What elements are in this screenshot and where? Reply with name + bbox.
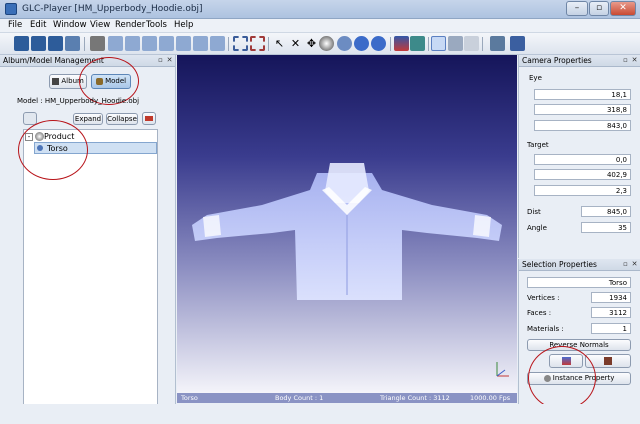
angle-field[interactable]: 35 xyxy=(581,222,631,233)
collapse-button[interactable]: Collapse xyxy=(106,113,138,125)
menu-help[interactable]: Help xyxy=(174,20,193,30)
pan-icon[interactable]: ✥ xyxy=(304,36,319,51)
eye-z-field[interactable]: 843,0 xyxy=(534,120,631,131)
3d-viewport[interactable] xyxy=(177,55,517,393)
view-right-icon[interactable] xyxy=(159,36,174,51)
open-file-icon[interactable] xyxy=(14,36,29,51)
menu-window[interactable]: Window xyxy=(53,20,87,30)
zoom-window-icon[interactable] xyxy=(337,36,352,51)
app-icon xyxy=(5,3,17,15)
orbit-icon[interactable] xyxy=(319,36,334,51)
print-icon[interactable] xyxy=(48,36,63,51)
menu-render[interactable]: Render xyxy=(115,20,145,30)
pointer-icon[interactable]: ↖ xyxy=(272,36,287,51)
restore-button[interactable]: ▫ xyxy=(589,1,609,16)
model-label: Model : HM_Upperbody_Hoodie.obj xyxy=(17,97,140,105)
status-triangle-count: Triangle Count : 3112 xyxy=(380,394,450,402)
title-bar: GLC-Player [HM_Upperbody_Hoodie.obj] – ▫… xyxy=(0,0,640,19)
target-y-field[interactable]: 402,9 xyxy=(534,169,631,180)
close-button[interactable]: ✕ xyxy=(610,1,636,16)
vertices-label: Vertices : xyxy=(527,294,560,302)
float-panel-icon[interactable]: ▫ xyxy=(157,57,164,64)
vertices-field: 1934 xyxy=(591,292,631,303)
hoodie-model xyxy=(192,163,502,300)
view-back-icon[interactable] xyxy=(210,36,225,51)
float-panel-icon[interactable]: ▫ xyxy=(622,57,629,64)
status-fps: 1000.00 Fps xyxy=(470,394,511,402)
close-panel-icon[interactable]: ✕ xyxy=(166,57,173,64)
target-z-field[interactable]: 2,3 xyxy=(534,185,631,196)
eye-x-field[interactable]: 18,1 xyxy=(534,89,631,100)
menu-edit[interactable]: Edit xyxy=(30,20,46,30)
viewport-status-bar: Torso Body Count : 1 Triangle Count : 31… xyxy=(177,393,517,403)
menu-view[interactable]: View xyxy=(90,20,110,30)
selection-properties-panel: Selection Properties ▫ ✕ Torso Vertices … xyxy=(518,259,640,410)
brush-icon xyxy=(604,357,612,365)
reverse-normals-button[interactable]: Reverse Normals xyxy=(527,339,631,351)
toolbar-separator xyxy=(84,37,85,51)
toolbar-separator xyxy=(268,37,269,51)
close-panel-icon[interactable]: ✕ xyxy=(631,57,638,64)
dist-label: Dist xyxy=(527,208,541,216)
album-model-panel: Album/Model Management ▫ ✕ Album Model M… xyxy=(0,55,176,424)
dist-field[interactable]: 845,0 xyxy=(581,206,631,217)
toolbar: ↖ ✕ ✥ xyxy=(0,33,640,55)
minimize-button[interactable]: – xyxy=(566,1,588,16)
material-icon[interactable] xyxy=(410,36,425,51)
zoom-in-icon[interactable] xyxy=(354,36,369,51)
window-title: GLC-Player [HM_Upperbody_Hoodie.obj] xyxy=(22,4,203,14)
show-icon[interactable] xyxy=(431,36,446,51)
status-bar xyxy=(0,404,640,424)
snapshot-icon[interactable] xyxy=(490,36,505,51)
angle-label: Angle xyxy=(527,224,547,232)
eye-label: Eye xyxy=(529,74,542,82)
cut-plane-icon[interactable] xyxy=(510,36,525,51)
render-mode-icon[interactable] xyxy=(394,36,409,51)
status-body-count: Body Count : 1 xyxy=(275,394,324,402)
axis-triad-icon xyxy=(496,362,509,377)
save-icon[interactable] xyxy=(31,36,46,51)
materials-label: Materials : xyxy=(527,325,564,333)
hide-icon[interactable] xyxy=(448,36,463,51)
view-bottom-icon[interactable] xyxy=(193,36,208,51)
album-icon xyxy=(52,77,60,85)
eye-y-field[interactable]: 318,8 xyxy=(534,104,631,115)
status-selected: Torso xyxy=(181,394,198,402)
fit-all-icon[interactable]: ✕ xyxy=(288,36,303,51)
menu-bar: File Edit Window View Render Tools Help xyxy=(0,19,640,33)
view-top-icon[interactable] xyxy=(176,36,191,51)
toolbar-separator xyxy=(428,37,429,51)
view-iso-icon[interactable] xyxy=(108,36,123,51)
float-panel-icon[interactable]: ▫ xyxy=(622,261,629,268)
screenshot-icon[interactable] xyxy=(65,36,80,51)
target-x-field[interactable]: 0,0 xyxy=(534,154,631,165)
close-panel-icon[interactable]: ✕ xyxy=(631,261,638,268)
toolbar-separator xyxy=(482,37,483,51)
deselect-icon[interactable] xyxy=(250,36,265,51)
toolbar-separator xyxy=(390,37,391,51)
annotation-circle xyxy=(18,120,88,180)
toolbar-separator xyxy=(228,37,229,51)
menu-tools[interactable]: Tools xyxy=(146,20,167,30)
target-label: Target xyxy=(527,141,549,149)
annotation-circle xyxy=(528,346,596,410)
camera-icon[interactable] xyxy=(90,36,105,51)
tree-options-icon[interactable] xyxy=(142,112,156,125)
view-left-icon[interactable] xyxy=(142,36,157,51)
faces-field: 3112 xyxy=(591,307,631,318)
materials-field: 1 xyxy=(591,323,631,334)
view-front-icon[interactable] xyxy=(125,36,140,51)
camera-properties-panel: Camera Properties ▫ ✕ Eye 18,1 318,8 843… xyxy=(518,55,640,258)
faces-label: Faces : xyxy=(527,309,552,317)
selection-name-field[interactable]: Torso xyxy=(527,277,631,288)
zoom-out-icon[interactable] xyxy=(371,36,386,51)
expand-button[interactable]: Expand xyxy=(73,113,103,125)
trash-icon[interactable] xyxy=(464,36,479,51)
select-region-icon[interactable] xyxy=(233,36,248,51)
menu-file[interactable]: File xyxy=(8,20,22,30)
